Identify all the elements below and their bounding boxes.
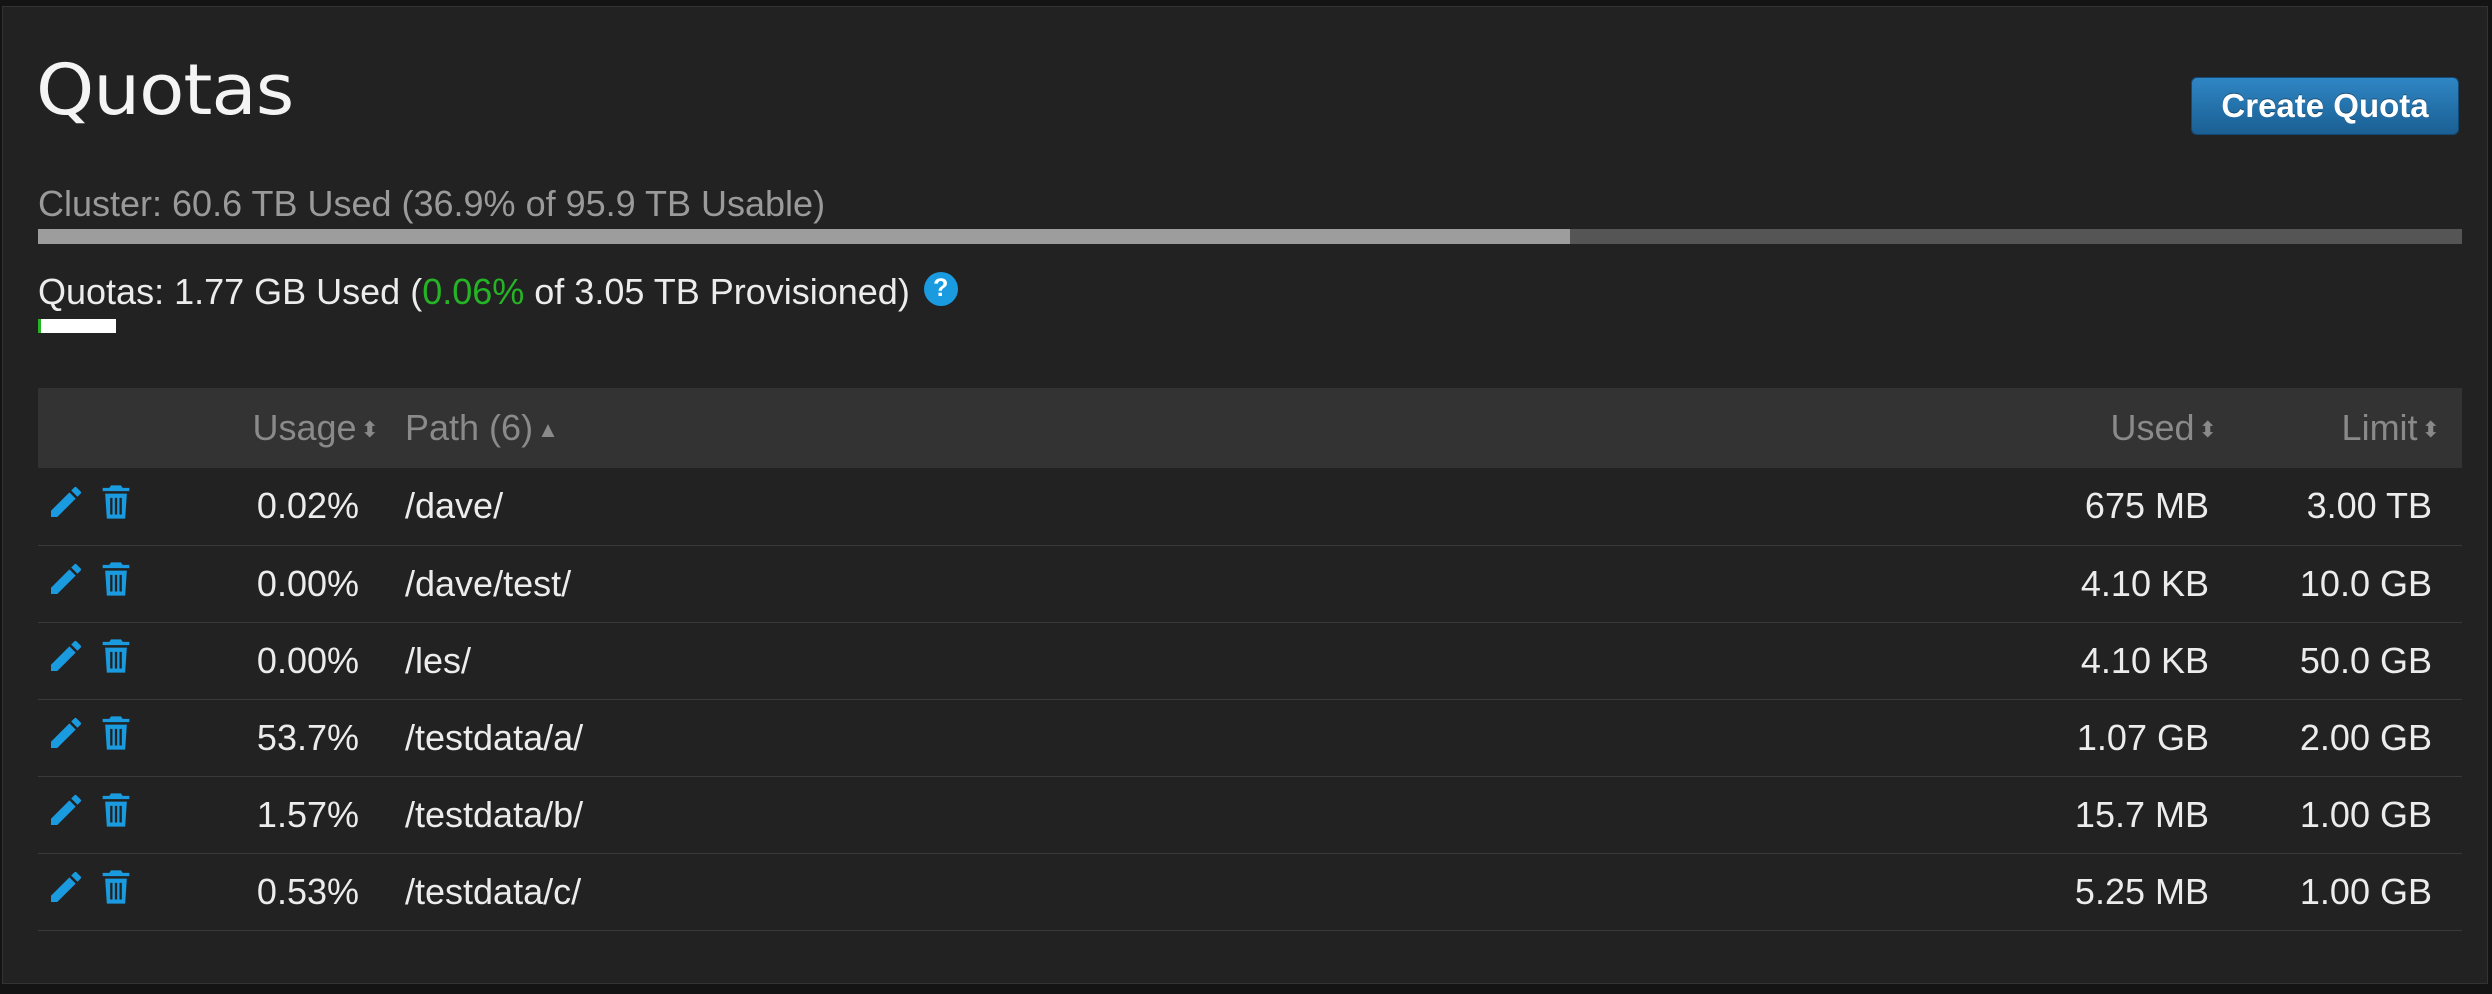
sort-icon: ⬍ (360, 417, 379, 442)
row-used: 4.10 KB (2080, 562, 2209, 604)
table-row: 0.02% /dave/ 675 MB 3.00 TB (38, 468, 2462, 545)
quotas-table: Usage ⬍ Path (6) ▲ Used ⬍ Limit ⬍ 0.02% … (38, 388, 2462, 931)
cluster-usage-bar-fill (38, 229, 1570, 244)
pencil-icon[interactable] (46, 482, 86, 531)
header-path-label: Path (6) (405, 407, 534, 448)
table-row: 53.7% /testdata/a/ 1.07 GB 2.00 GB (38, 699, 2462, 776)
quotas-usage-prefix: Quotas: 1.77 GB Used ( (38, 271, 423, 312)
help-icon[interactable]: ? (923, 271, 958, 306)
row-used: 15.7 MB (2074, 793, 2209, 835)
cluster-usage-label: Cluster: 60.6 TB Used (36.9% of 95.9 TB … (38, 183, 826, 224)
header-actions (38, 388, 183, 468)
row-actions (38, 622, 183, 699)
row-used: 1.07 GB (2076, 716, 2209, 758)
header-limit-label: Limit (2341, 407, 2418, 448)
header-usage[interactable]: Usage ⬍ (183, 388, 383, 468)
pencil-icon[interactable] (46, 636, 86, 685)
row-actions (38, 853, 183, 930)
create-quota-button[interactable]: Create Quota (2191, 77, 2459, 135)
row-actions (38, 545, 183, 622)
header-limit[interactable]: Limit ⬍ (2237, 388, 2462, 468)
quotas-panel: Quotas Create Quota Cluster: 60.6 TB Use… (2, 6, 2488, 984)
row-actions (38, 699, 183, 776)
row-usage: 0.00% (256, 562, 359, 604)
row-path: /dave/test/ (405, 562, 572, 604)
row-limit: 2.00 GB (2299, 716, 2432, 758)
quotas-usage-percent: 0.06% (422, 271, 525, 312)
header-used[interactable]: Used ⬍ (2017, 388, 2237, 468)
row-path: /testdata/c/ (405, 870, 582, 912)
header-used-label: Used (2110, 407, 2195, 448)
cluster-usage-bar (38, 229, 2462, 244)
trash-icon[interactable] (96, 636, 136, 685)
row-path: /dave/ (405, 485, 504, 527)
row-usage: 0.02% (256, 485, 359, 527)
row-used: 675 MB (2084, 485, 2209, 527)
page-title: Quotas (36, 49, 294, 131)
pencil-icon[interactable] (46, 867, 86, 916)
quotas-usage-bar-fill (38, 319, 41, 333)
row-limit: 3.00 TB (2306, 485, 2432, 527)
row-used: 4.10 KB (2080, 639, 2209, 681)
quotas-usage-bar (38, 319, 116, 333)
trash-icon[interactable] (96, 867, 136, 916)
trash-icon[interactable] (96, 713, 136, 762)
pencil-icon[interactable] (46, 713, 86, 762)
row-usage: 0.00% (256, 639, 359, 681)
header-path[interactable]: Path (6) ▲ (383, 388, 2017, 468)
row-limit: 10.0 GB (2299, 562, 2432, 604)
row-path: /testdata/b/ (405, 793, 584, 835)
table-row: 0.53% /testdata/c/ 5.25 MB 1.00 GB (38, 853, 2462, 930)
trash-icon[interactable] (96, 482, 136, 531)
row-limit: 50.0 GB (2299, 639, 2432, 681)
row-actions (38, 468, 183, 545)
table-row: 0.00% /dave/test/ 4.10 KB 10.0 GB (38, 545, 2462, 622)
row-usage: 1.57% (256, 793, 359, 835)
row-path: /les/ (405, 639, 472, 681)
row-used: 5.25 MB (2074, 870, 2209, 912)
header-usage-label: Usage (252, 407, 357, 448)
row-usage: 53.7% (256, 716, 359, 758)
row-usage: 0.53% (256, 870, 359, 912)
quotas-usage-label: Quotas: 1.77 GB Used (0.06% of 3.05 TB P… (38, 271, 958, 313)
sort-icon: ⬍ (2421, 417, 2440, 442)
trash-icon[interactable] (96, 559, 136, 608)
trash-icon[interactable] (96, 790, 136, 839)
pencil-icon[interactable] (46, 790, 86, 839)
row-limit: 1.00 GB (2299, 793, 2432, 835)
table-row: 0.00% /les/ 4.10 KB 50.0 GB (38, 622, 2462, 699)
row-limit: 1.00 GB (2299, 870, 2432, 912)
sort-asc-icon: ▲ (537, 417, 559, 442)
row-path: /testdata/a/ (405, 716, 584, 758)
table-header-row: Usage ⬍ Path (6) ▲ Used ⬍ Limit ⬍ (38, 388, 2462, 468)
table-row: 1.57% /testdata/b/ 15.7 MB 1.00 GB (38, 776, 2462, 853)
pencil-icon[interactable] (46, 559, 86, 608)
quotas-usage-suffix: of 3.05 TB Provisioned) (524, 271, 910, 312)
sort-icon: ⬍ (2198, 417, 2217, 442)
row-actions (38, 776, 183, 853)
